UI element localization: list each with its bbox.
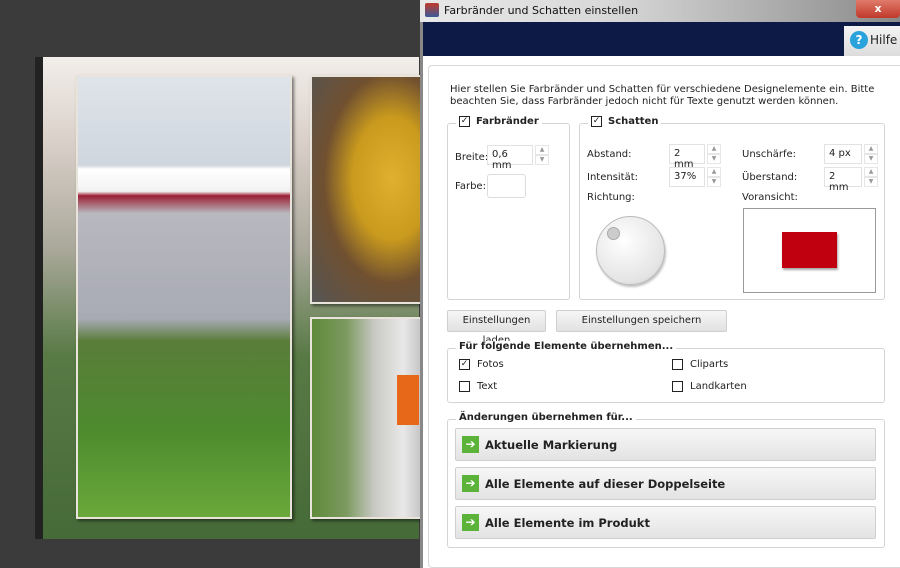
stepper-down-icon[interactable]: ▼ — [707, 154, 721, 164]
monk-figure — [397, 375, 419, 425]
apply-product-button[interactable]: ➔ Alle Elemente im Produkt — [455, 506, 876, 539]
help-button[interactable]: ? Hilfe — [844, 26, 900, 56]
direction-dial[interactable] — [596, 216, 665, 285]
dialog-header: ? Hilfe — [420, 22, 900, 56]
close-button[interactable]: x — [856, 0, 900, 18]
stepper-down-icon[interactable]: ▼ — [707, 177, 721, 187]
button-label: Alle Elemente im Produkt — [485, 515, 650, 530]
cliparts-checkbox[interactable] — [672, 359, 683, 370]
arrow-right-icon: ➔ — [462, 514, 479, 531]
width-label: Breite: — [455, 152, 489, 163]
apply-spread-button[interactable]: ➔ Alle Elemente auf dieser Doppelseite — [455, 467, 876, 500]
arrow-right-icon: ➔ — [462, 475, 479, 492]
blur-label: Unschärfe: — [742, 149, 796, 160]
shadow-checkbox[interactable]: ✓ — [591, 116, 602, 127]
stepper-down-icon[interactable]: ▼ — [535, 155, 549, 165]
shadow-title: Schatten — [608, 116, 659, 127]
app-icon — [425, 3, 439, 17]
intro-text: Hier stellen Sie Farbränder und Schatten… — [450, 84, 875, 107]
button-label: Alle Elemente auf dieser Doppelseite — [485, 476, 726, 491]
stepper-up-icon[interactable]: ▲ — [864, 144, 878, 154]
photo-book-spread — [35, 57, 428, 539]
save-settings-button[interactable]: Einstellungen speichern — [556, 310, 727, 332]
distance-stepper[interactable]: 2 mm ▲ ▼ — [669, 144, 721, 170]
photo-monk[interactable] — [310, 317, 428, 519]
overhang-stepper[interactable]: 2 mm ▲ ▼ — [824, 167, 878, 193]
option-cliparts[interactable]: Cliparts — [672, 359, 728, 370]
distance-input[interactable]: 2 mm — [669, 144, 705, 170]
shadow-preview — [743, 208, 876, 293]
stepper-up-icon[interactable]: ▲ — [535, 145, 549, 155]
dialog-titlebar: Farbränder und Schatten einstellen x — [420, 0, 900, 22]
help-icon: ? — [850, 31, 868, 49]
intensity-stepper[interactable]: 37% ▲ ▼ — [669, 167, 721, 187]
option-landkarten[interactable]: Landkarten — [672, 381, 747, 392]
apply-title: Änderungen übernehmen für... — [459, 412, 633, 423]
option-label: Text — [477, 381, 498, 392]
distance-label: Abstand: — [587, 149, 632, 160]
arrow-right-icon: ➔ — [462, 436, 479, 453]
fotos-checkbox[interactable]: ✓ — [459, 359, 470, 370]
load-settings-button[interactable]: Einstellungen laden — [447, 310, 546, 346]
button-label: Aktuelle Markierung — [485, 437, 618, 452]
apply-current-selection-button[interactable]: ➔ Aktuelle Markierung — [455, 428, 876, 461]
overhang-input[interactable]: 2 mm — [824, 167, 862, 193]
borders-group: ✓ Farbränder Breite: 0,6 mm ▲ ▼ Farbe: — [447, 116, 570, 300]
borders-title: Farbränder — [476, 116, 539, 127]
dialog-title: Farbränder und Schatten einstellen — [444, 4, 639, 17]
preview-label: Voransicht: — [742, 192, 798, 203]
color-swatch[interactable] — [487, 174, 526, 198]
help-label: Hilfe — [870, 33, 898, 47]
option-label: Fotos — [477, 359, 504, 370]
landkarten-checkbox[interactable] — [672, 381, 683, 392]
dial-handle[interactable] — [607, 227, 620, 240]
stepper-up-icon[interactable]: ▲ — [864, 167, 878, 177]
intensity-label: Intensität: — [587, 172, 639, 183]
overhang-label: Überstand: — [742, 172, 798, 183]
stepper-down-icon[interactable]: ▼ — [864, 154, 878, 164]
width-input[interactable]: 0,6 mm — [487, 145, 533, 171]
elements-group: Für folgende Elemente übernehmen... ✓ Fot… — [447, 341, 885, 403]
borders-checkbox[interactable]: ✓ — [459, 116, 470, 127]
photo-golden-buddha[interactable] — [310, 75, 428, 304]
option-label: Landkarten — [690, 381, 747, 392]
blur-stepper[interactable]: 4 px ▲ ▼ — [824, 144, 878, 164]
text-checkbox[interactable] — [459, 381, 470, 392]
elements-title: Für folgende Elemente übernehmen... — [459, 341, 674, 352]
stepper-up-icon[interactable]: ▲ — [707, 167, 721, 177]
intensity-input[interactable]: 37% — [669, 167, 705, 187]
stepper-down-icon[interactable]: ▼ — [864, 177, 878, 187]
option-text[interactable]: Text — [459, 381, 497, 392]
blur-input[interactable]: 4 px — [824, 144, 862, 164]
preview-rectangle — [782, 232, 837, 268]
shadow-group: ✓ Schatten Abstand: 2 mm ▲ ▼ Intensität: 37… — [579, 116, 885, 300]
direction-label: Richtung: — [587, 192, 635, 203]
option-label: Cliparts — [690, 359, 729, 370]
width-stepper[interactable]: 0,6 mm ▲ ▼ — [487, 145, 549, 171]
stepper-up-icon[interactable]: ▲ — [707, 144, 721, 154]
option-fotos[interactable]: ✓ Fotos — [459, 359, 504, 370]
photo-temple[interactable] — [76, 75, 292, 519]
color-label: Farbe: — [455, 181, 486, 192]
